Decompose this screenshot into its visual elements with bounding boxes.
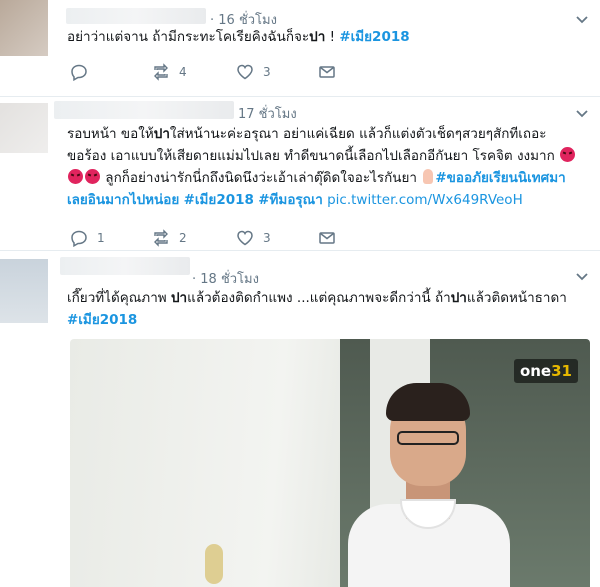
tweet-line: #เมีย2018 <box>67 309 587 331</box>
hashtag-link[interactable]: #เมีย2018 <box>339 29 409 45</box>
retweet-count: 4 <box>179 65 187 79</box>
tweet-media-image[interactable]: one31 <box>70 339 590 587</box>
image-person-hair <box>386 383 470 421</box>
tweet-timestamp[interactable]: 17 ชั่วโมง <box>238 103 297 124</box>
like-count: 3 <box>263 65 271 79</box>
chevron-down-icon[interactable] <box>574 269 590 285</box>
tweet-text-bold: ปา <box>450 290 467 306</box>
media-link[interactable]: pic.twitter.com/Wx649RVeoH <box>327 192 523 208</box>
hashtag-link[interactable]: #เมีย2018 <box>184 192 254 208</box>
tweet-text: รอบหน้า ขอให้ปาใส่หน้านะค่ะอรุณา อย่าแค่… <box>67 123 587 211</box>
reply-icon <box>71 64 87 81</box>
reply-button[interactable] <box>70 62 97 82</box>
hashtag-link[interactable]: #ทีมอรุณา <box>258 192 323 208</box>
tweet-line: รอบหน้า ขอให้ปาใส่หน้านะค่ะอรุณา อย่าแค่… <box>67 123 587 145</box>
angry-face-icon <box>560 147 576 162</box>
hashtag-link[interactable]: #ขออภัยเรียนนิเทศมา <box>435 170 565 186</box>
chevron-down-icon[interactable] <box>574 106 590 122</box>
tweet-text: เกี๊ยวที่ได้คุณภาพ ปาแล้วต้องติดกำแพง ..… <box>67 287 587 331</box>
avatar[interactable] <box>0 259 48 323</box>
author-name-redacted <box>54 101 234 119</box>
hashtag-link[interactable]: เลยอินมากไปหน่อย <box>67 192 179 208</box>
heart-icon <box>237 230 253 246</box>
tweet-text-part: ! <box>325 29 340 45</box>
avatar[interactable] <box>0 0 48 56</box>
hand-emoji-icon <box>423 169 434 184</box>
tweet-line: ขอร้อง เอาแบบให้เสียดายแม่มไปเลย ทำดีขนา… <box>67 145 587 167</box>
image-person-glasses <box>397 431 459 445</box>
tweet-text-part: ขอร้อง เอาแบบให้เสียดายแม่มไปเลย ทำดีขนา… <box>67 148 555 164</box>
like-button[interactable]: 3 <box>236 228 271 248</box>
tweet-text-part: แล้วติดหน้าธาดา <box>466 290 567 306</box>
retweet-count: 2 <box>179 231 187 245</box>
tweet-text-bold: ปา <box>153 126 170 142</box>
direct-message-button[interactable] <box>318 62 336 82</box>
tweet-2[interactable]: 17 ชั่วโมง รอบหน้า ขอให้ปาใส่หน้านะค่ะอร… <box>0 97 600 247</box>
reply-count: 1 <box>97 231 105 245</box>
like-button[interactable]: 3 <box>236 62 271 82</box>
retweet-icon <box>154 63 168 81</box>
channel-logo-number: 31 <box>551 362 572 380</box>
reply-button[interactable]: 1 <box>70 228 105 248</box>
tweet-1[interactable]: · 16 ชั่วโมง อย่าว่าแต่จาน ถ้ามีกระทะโคเ… <box>0 0 600 95</box>
envelope-icon <box>319 66 335 78</box>
channel-logo: one31 <box>513 359 578 383</box>
tweet-text-part: รอบหน้า ขอให้ <box>67 126 154 142</box>
tweet-text-part: ลูกก็อย่างน่ารักนี่กถึงนิดนึงว่ะเอ้าเล่า… <box>101 170 418 186</box>
heart-icon <box>237 64 253 80</box>
tweet-text: อย่าว่าแต่จาน ถ้ามีกระทะโคเรียคิงฉันก็จะ… <box>67 26 587 48</box>
channel-logo-text: one <box>519 362 552 380</box>
tweet-text-bold: ปา <box>309 29 326 45</box>
tweet-text-part: แล้วต้องติดกำแพง ...แต่คุณภาพจะดีกว่านี้… <box>187 290 451 306</box>
angry-face-icon <box>85 169 100 184</box>
like-count: 3 <box>263 231 271 245</box>
tweet-line: เลยอินมากไปหน่อย #เมีย2018 #ทีมอรุณา pic… <box>67 189 587 211</box>
tweet-text-bold: ปา <box>170 290 188 306</box>
avatar[interactable] <box>0 103 48 153</box>
author-name-redacted <box>66 8 206 24</box>
hashtag-link[interactable]: #เมีย2018 <box>67 312 137 328</box>
tweet-text-part: ใส่หน้านะค่ะอรุณา อย่าแค่เฉียด แล้วก็แต่… <box>169 126 547 142</box>
tweet-text-part: เกี๊ยวที่ได้คุณภาพ <box>67 290 171 306</box>
image-stain <box>205 544 223 584</box>
tweet-text-part: อย่าว่าแต่จาน ถ้ามีกระทะโคเรียคิงฉันก็จะ <box>67 29 310 45</box>
reply-icon <box>71 230 87 247</box>
envelope-icon <box>319 232 335 244</box>
angry-face-icon <box>68 169 83 184</box>
direct-message-button[interactable] <box>318 228 336 248</box>
tweet-line: ลูกก็อย่างน่ารักนี่กถึงนิดนึงว่ะเอ้าเล่า… <box>67 167 587 189</box>
retweet-icon <box>154 229 168 247</box>
retweet-button[interactable]: 4 <box>152 62 187 82</box>
tweet-line: เกี๊ยวที่ได้คุณภาพ ปาแล้วต้องติดกำแพง ..… <box>67 287 587 309</box>
retweet-button[interactable]: 2 <box>152 228 187 248</box>
tweet-timestamp[interactable]: · 18 ชั่วโมง <box>192 268 259 289</box>
author-name-redacted <box>60 257 190 275</box>
